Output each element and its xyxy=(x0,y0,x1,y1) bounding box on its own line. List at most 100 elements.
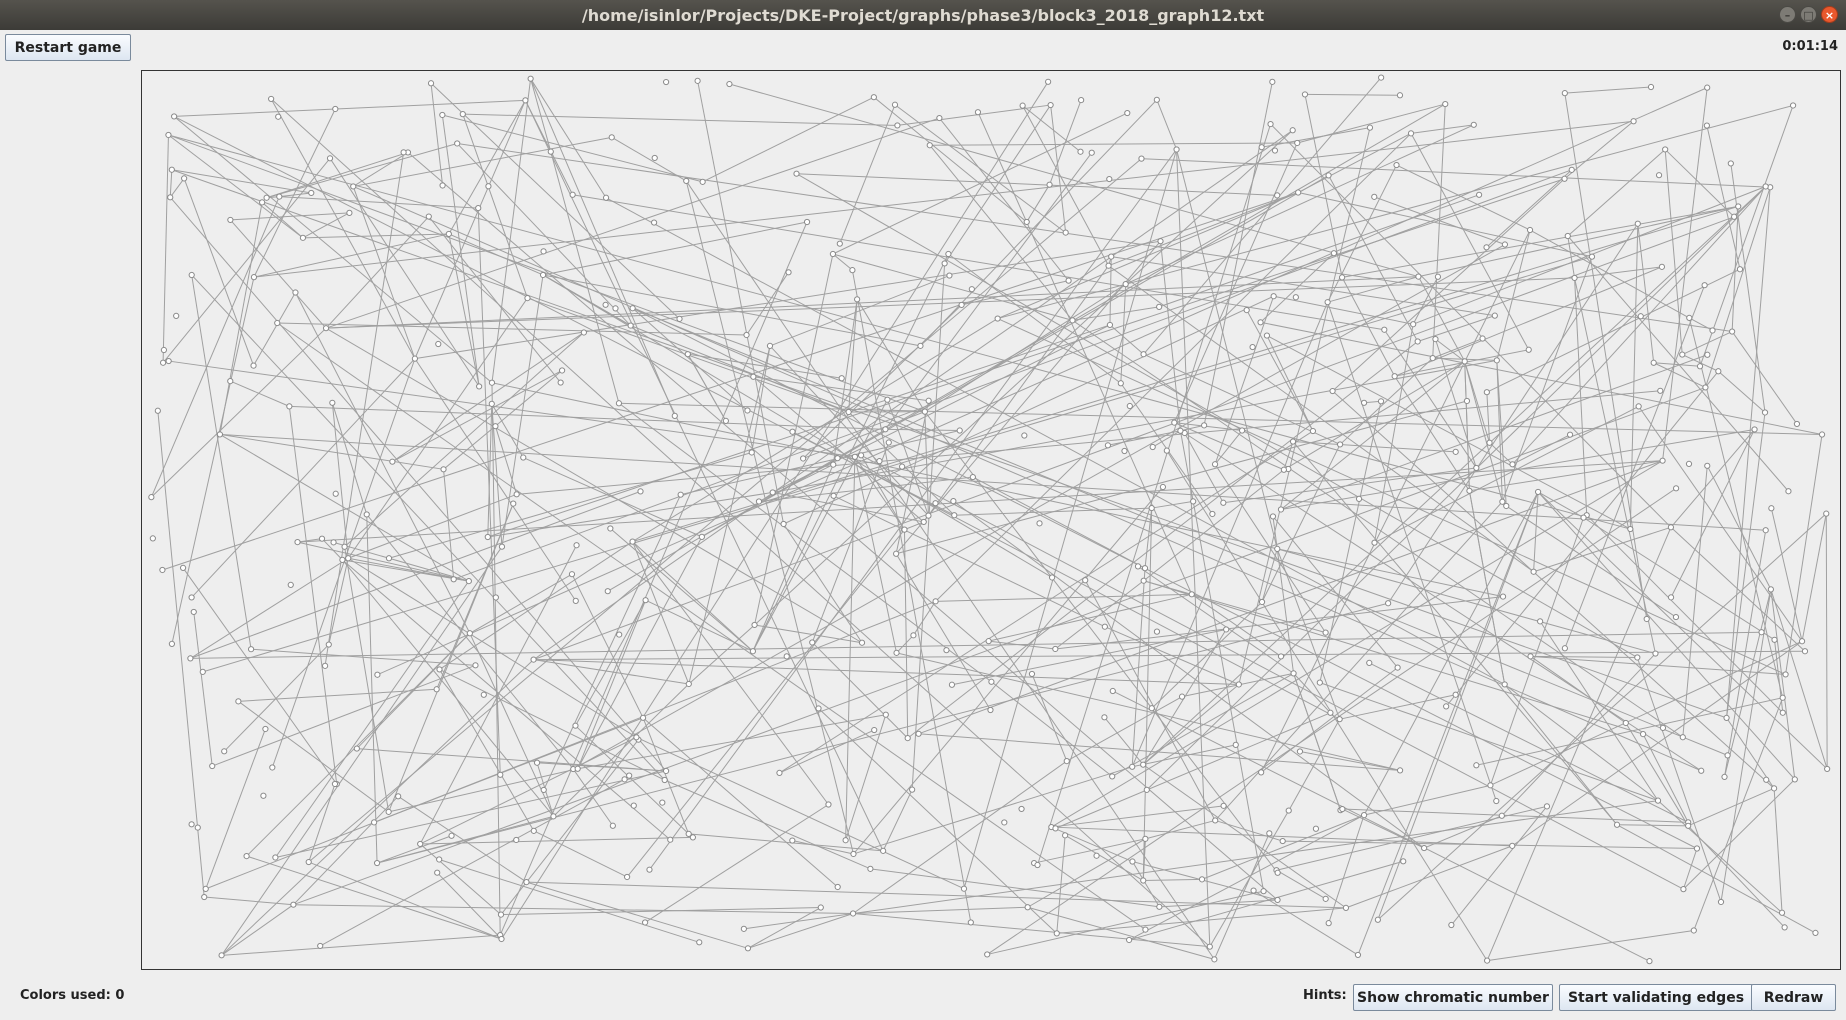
close-icon[interactable]: × xyxy=(1821,6,1838,23)
graph-vertex[interactable] xyxy=(1250,887,1257,894)
graph-vertex[interactable] xyxy=(1466,487,1473,494)
graph-vertex[interactable] xyxy=(292,289,299,296)
graph-vertex[interactable] xyxy=(497,911,505,918)
graph-vertex[interactable] xyxy=(1655,172,1663,179)
graph-vertex[interactable] xyxy=(1429,355,1436,362)
graph-vertex[interactable] xyxy=(755,498,763,505)
graph-vertex[interactable] xyxy=(946,272,953,279)
graph-vertex[interactable] xyxy=(1269,513,1277,520)
graph-vertex[interactable] xyxy=(968,286,975,293)
graph-vertex[interactable] xyxy=(1801,648,1809,655)
graph-vertex[interactable] xyxy=(789,837,796,844)
graph-vertex[interactable] xyxy=(513,491,520,498)
graph-vertex[interactable] xyxy=(1034,861,1041,869)
graph-vertex[interactable] xyxy=(1685,460,1693,467)
graph-vertex[interactable] xyxy=(1812,929,1819,936)
graph-vertex[interactable] xyxy=(882,426,889,433)
graph-vertex[interactable] xyxy=(1153,628,1161,635)
graph-vertex[interactable] xyxy=(148,494,155,501)
graph-vertex[interactable] xyxy=(1473,464,1480,472)
graph-vertex[interactable] xyxy=(1588,253,1596,260)
graph-vertex[interactable] xyxy=(322,662,329,669)
graph-vertex[interactable] xyxy=(1762,527,1769,534)
redraw-button[interactable]: Redraw xyxy=(1751,984,1836,1011)
graph-vertex[interactable] xyxy=(1782,671,1789,678)
graph-vertex[interactable] xyxy=(1124,109,1131,117)
graph-vertex[interactable] xyxy=(574,765,581,772)
graph-vertex[interactable] xyxy=(1018,805,1025,813)
graph-vertex[interactable] xyxy=(513,836,520,844)
graph-vertex[interactable] xyxy=(1336,716,1343,723)
graph-vertex[interactable] xyxy=(1736,266,1744,273)
graph-vertex[interactable] xyxy=(374,671,381,678)
graph-vertex[interactable] xyxy=(1138,155,1145,162)
graph-vertex[interactable] xyxy=(1277,506,1285,513)
graph-vertex[interactable] xyxy=(1415,273,1422,280)
graph-vertex[interactable] xyxy=(1672,613,1680,621)
graph-vertex[interactable] xyxy=(371,819,378,826)
graph-vertex[interactable] xyxy=(1223,626,1230,633)
graph-vertex[interactable] xyxy=(385,555,393,562)
graph-vertex[interactable] xyxy=(227,216,234,224)
graph-vertex[interactable] xyxy=(485,183,492,190)
graph-vertex[interactable] xyxy=(1509,842,1516,849)
graph-vertex[interactable] xyxy=(974,109,982,116)
graph-vertex[interactable] xyxy=(1723,714,1730,721)
graph-vertex[interactable] xyxy=(286,403,293,410)
graph-vertex[interactable] xyxy=(1686,314,1693,322)
graph-vertex[interactable] xyxy=(1525,346,1532,353)
graph-vertex[interactable] xyxy=(1443,703,1450,710)
graph-vertex[interactable] xyxy=(956,427,963,434)
graph-vertex[interactable] xyxy=(667,836,674,843)
graph-vertex[interactable] xyxy=(1101,714,1108,721)
graph-vertex[interactable] xyxy=(1698,767,1705,774)
graph-vertex[interactable] xyxy=(749,648,756,655)
graph-vertex[interactable] xyxy=(1394,664,1401,671)
graph-vertex[interactable] xyxy=(1761,409,1769,416)
graph-vertex[interactable] xyxy=(262,725,269,733)
graph-vertex[interactable] xyxy=(287,581,294,589)
graph-vertex[interactable] xyxy=(1036,520,1043,527)
graph-vertex[interactable] xyxy=(322,325,330,332)
graph-vertex[interactable] xyxy=(884,396,891,403)
graph-vertex[interactable] xyxy=(1501,681,1508,688)
graph-vertex[interactable] xyxy=(1729,328,1736,335)
graph-vertex[interactable] xyxy=(1659,457,1666,464)
graph-vertex[interactable] xyxy=(325,641,332,648)
graph-vertex[interactable] xyxy=(1410,321,1417,328)
graph-vertex[interactable] xyxy=(1735,203,1742,210)
graph-vertex[interactable] xyxy=(1378,74,1385,81)
graph-vertex[interactable] xyxy=(1763,776,1770,783)
graph-vertex[interactable] xyxy=(1647,83,1655,91)
graph-vertex[interactable] xyxy=(1366,124,1374,131)
graph-vertex[interactable] xyxy=(221,748,228,755)
graph-vertex[interactable] xyxy=(629,305,636,312)
graph-vertex[interactable] xyxy=(882,711,889,718)
graph-vertex[interactable] xyxy=(439,111,446,119)
graph-vertex[interactable] xyxy=(857,452,865,459)
graph-vertex[interactable] xyxy=(1823,510,1830,517)
graph-vertex[interactable] xyxy=(815,705,822,712)
graph-vertex[interactable] xyxy=(1220,499,1227,506)
graph-vertex[interactable] xyxy=(160,346,168,354)
graph-vertex[interactable] xyxy=(395,793,402,800)
graph-vertex[interactable] xyxy=(290,901,297,908)
show-chromatic-number-button[interactable]: Show chromatic number xyxy=(1353,984,1553,1011)
graph-vertex[interactable] xyxy=(1396,767,1404,774)
graph-vertex[interactable] xyxy=(1715,368,1722,375)
graph-vertex[interactable] xyxy=(149,535,156,542)
graph-vertex[interactable] xyxy=(1069,317,1076,324)
graph-vertex[interactable] xyxy=(417,840,424,848)
graph-vertex[interactable] xyxy=(637,488,644,495)
graph-vertex[interactable] xyxy=(539,271,547,279)
graph-vertex[interactable] xyxy=(621,776,628,783)
graph-vertex[interactable] xyxy=(1260,888,1267,895)
graph-vertex[interactable] xyxy=(250,274,258,281)
graph-vertex[interactable] xyxy=(1491,312,1498,319)
graph-vertex[interactable] xyxy=(1818,431,1826,438)
graph-vertex[interactable] xyxy=(1703,122,1710,129)
graph-vertex[interactable] xyxy=(260,792,267,799)
graph-vertex[interactable] xyxy=(332,105,339,113)
graph-vertex[interactable] xyxy=(1209,510,1216,518)
graph-vertex[interactable] xyxy=(1105,262,1112,269)
